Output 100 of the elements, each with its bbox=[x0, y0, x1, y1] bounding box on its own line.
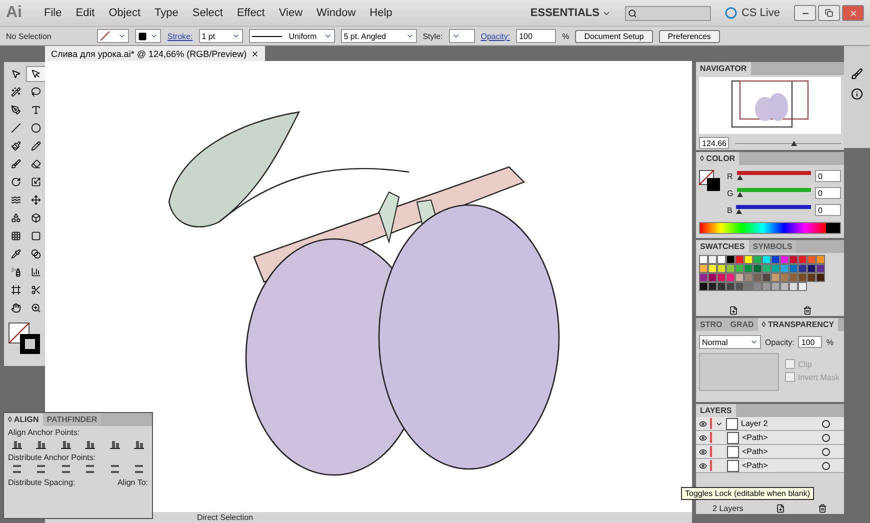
menu-item[interactable]: Edit bbox=[76, 7, 95, 19]
color-swatch[interactable] bbox=[708, 255, 717, 264]
panel-tab[interactable]: STRO bbox=[696, 318, 726, 331]
stroke-swatch[interactable] bbox=[135, 29, 162, 43]
color-swatch[interactable] bbox=[798, 282, 807, 291]
color-swatch[interactable] bbox=[699, 264, 708, 273]
panel-tab[interactable]: SYMBOLS bbox=[748, 240, 796, 253]
pointer-icon[interactable] bbox=[26, 66, 46, 82]
slider-thumb[interactable] bbox=[737, 192, 744, 197]
color-swatch[interactable] bbox=[771, 273, 780, 282]
color-swatch[interactable] bbox=[744, 282, 753, 291]
restore-button[interactable] bbox=[818, 5, 840, 21]
color-swatch[interactable] bbox=[798, 264, 807, 273]
menu-item[interactable]: Help bbox=[370, 7, 392, 19]
color-swatch[interactable] bbox=[699, 273, 708, 282]
new-layer-icon[interactable] bbox=[776, 504, 786, 512]
panel-tab[interactable]: ◊ COLOR bbox=[696, 152, 740, 165]
menu-item[interactable]: View bbox=[278, 7, 303, 19]
blend-mode-field[interactable]: Normal bbox=[699, 335, 761, 349]
zoom-slider-thumb[interactable] bbox=[790, 140, 796, 146]
panel-tab[interactable]: LAYERS bbox=[696, 404, 736, 417]
color-swatch[interactable] bbox=[780, 273, 789, 282]
stroke-weight-field[interactable]: 1 pt bbox=[198, 29, 243, 43]
color-swatch[interactable] bbox=[708, 264, 717, 273]
color-swatch[interactable] bbox=[816, 264, 825, 273]
color-swatch[interactable] bbox=[735, 273, 744, 282]
color-swatch[interactable] bbox=[780, 255, 789, 264]
info-icon[interactable] bbox=[851, 88, 863, 100]
caret-icon[interactable] bbox=[118, 32, 126, 40]
eye-icon[interactable] bbox=[699, 434, 707, 442]
style-field[interactable] bbox=[448, 29, 475, 43]
color-swatch[interactable] bbox=[789, 273, 798, 282]
document-tab[interactable]: Слива для урока.ai* @ 124,66% (RGB/Preview) bbox=[45, 46, 265, 61]
align-icon[interactable] bbox=[110, 439, 120, 449]
caret-icon[interactable] bbox=[324, 32, 332, 40]
trash-icon[interactable] bbox=[818, 504, 828, 512]
fill-swatch[interactable] bbox=[97, 29, 130, 43]
color-swatch[interactable] bbox=[717, 273, 726, 282]
distribute-icon[interactable] bbox=[36, 464, 46, 474]
brush-field[interactable]: 5 pt. Angled bbox=[340, 29, 417, 43]
color-swatch[interactable] bbox=[816, 255, 825, 264]
stroke-profile-field[interactable]: Uniform bbox=[248, 29, 335, 43]
opacity-link[interactable]: Opacity: bbox=[480, 32, 510, 40]
menu-item[interactable]: File bbox=[44, 7, 62, 19]
distribute-icon[interactable] bbox=[12, 464, 22, 474]
caret-icon[interactable] bbox=[406, 32, 414, 40]
color-swatch[interactable] bbox=[771, 264, 780, 273]
color-swatch[interactable] bbox=[807, 264, 816, 273]
color-swatch[interactable] bbox=[735, 282, 744, 291]
color-swatch[interactable] bbox=[753, 282, 762, 291]
caret-icon[interactable] bbox=[150, 32, 158, 40]
distribute-icon[interactable] bbox=[85, 464, 96, 474]
color-swatch[interactable] bbox=[753, 264, 762, 273]
color-swatch[interactable] bbox=[726, 264, 735, 273]
color-swatch[interactable] bbox=[807, 273, 816, 282]
menu-item[interactable]: Select bbox=[192, 7, 223, 19]
color-swatch[interactable] bbox=[726, 282, 735, 291]
menu-item[interactable]: Effect bbox=[236, 7, 265, 19]
color-swatch[interactable] bbox=[789, 255, 798, 264]
trash-icon[interactable] bbox=[802, 306, 812, 314]
opacity-field[interactable]: 100 bbox=[798, 336, 822, 348]
zoom-field[interactable]: 124.66 bbox=[699, 137, 730, 149]
panel-tab[interactable]: SWATCHES bbox=[696, 240, 749, 253]
color-swatch[interactable] bbox=[762, 255, 771, 264]
color-swatch[interactable] bbox=[762, 273, 771, 282]
color-swatch[interactable] bbox=[789, 282, 798, 291]
menu-item[interactable]: Type bbox=[154, 7, 178, 19]
search-field[interactable] bbox=[625, 6, 712, 20]
color-swatch[interactable] bbox=[780, 264, 789, 273]
color-swatch[interactable] bbox=[726, 273, 735, 282]
color-swatch[interactable] bbox=[735, 255, 744, 264]
color-swatch[interactable] bbox=[753, 273, 762, 282]
color-swatch[interactable] bbox=[798, 273, 807, 282]
channel-value-field[interactable]: 0 bbox=[815, 204, 841, 216]
close-icon[interactable] bbox=[250, 50, 259, 58]
color-swatch[interactable] bbox=[771, 282, 780, 291]
color-swatch[interactable] bbox=[708, 282, 717, 291]
color-spectrum[interactable] bbox=[699, 222, 841, 234]
color-swatch[interactable] bbox=[744, 273, 753, 282]
color-swatch[interactable] bbox=[717, 255, 726, 264]
color-swatch[interactable] bbox=[744, 264, 753, 273]
color-swatch[interactable] bbox=[699, 282, 708, 291]
caret-icon[interactable] bbox=[232, 32, 240, 40]
color-swatch[interactable] bbox=[726, 255, 735, 264]
color-swatch[interactable] bbox=[708, 273, 717, 282]
toolbar-button[interactable]: Preferences bbox=[658, 30, 720, 42]
panel-tab[interactable]: PATHFINDER bbox=[42, 413, 102, 426]
color-swatch[interactable] bbox=[762, 264, 771, 273]
color-swatch[interactable] bbox=[771, 255, 780, 264]
panel-tab[interactable]: ◊ ALIGN bbox=[4, 413, 43, 426]
color-swatch[interactable] bbox=[717, 264, 726, 273]
color-swatch[interactable] bbox=[789, 264, 798, 273]
opacity-field[interactable]: 100 bbox=[516, 29, 556, 43]
layer-row[interactable]: <Path> bbox=[696, 431, 844, 445]
align-icon[interactable] bbox=[85, 439, 96, 449]
color-swatch[interactable] bbox=[717, 282, 726, 291]
color-swatch[interactable] bbox=[744, 255, 753, 264]
color-swatch[interactable] bbox=[753, 255, 762, 264]
new-swatch-icon[interactable] bbox=[728, 306, 738, 314]
menu-item[interactable]: Window bbox=[316, 7, 356, 19]
